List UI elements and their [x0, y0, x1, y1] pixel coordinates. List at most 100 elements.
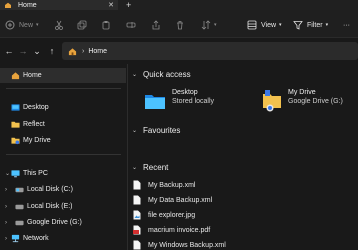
sidebar-divider	[6, 88, 121, 89]
delete-button[interactable]	[175, 19, 185, 31]
breadcrumb-home[interactable]: Home	[88, 48, 107, 55]
sidebar-item-this-pc[interactable]: ⌄ This PC	[0, 166, 126, 181]
disk-icon	[15, 204, 24, 210]
section-title: Recent	[143, 163, 169, 172]
desktop-icon	[11, 104, 20, 111]
section-title: Quick access	[143, 70, 191, 79]
view-label: View	[261, 21, 277, 29]
filter-button[interactable]: Filter ▾	[293, 19, 328, 31]
recent-item[interactable]: My Backup.xml	[128, 178, 358, 192]
chevron-right-icon[interactable]: ›	[5, 236, 7, 242]
recent-item[interactable]: My Windows Backup.xml	[128, 238, 358, 250]
recent-item-name: My Data Backup.xml	[148, 196, 213, 204]
scissors-icon	[55, 20, 63, 30]
file-icon	[133, 240, 141, 250]
sidebar-item-reflect[interactable]: Reflect	[0, 117, 126, 132]
sidebar-item-local-disk-c[interactable]: › Local Disk (C:)	[0, 182, 126, 197]
new-tab-button[interactable]: +	[126, 0, 131, 10]
sidebar-item-label: Desktop	[23, 104, 49, 111]
close-tab-icon[interactable]: ✕	[108, 1, 114, 9]
clipboard-icon	[102, 21, 110, 30]
address-row: ← → ⌄ ↑ › Home	[0, 38, 358, 64]
home-icon	[11, 72, 20, 80]
chevron-down-icon: ▾	[325, 22, 329, 28]
new-button[interactable]: New ▾	[5, 19, 39, 31]
section-favourites[interactable]: ⌄ Favourites	[128, 126, 180, 135]
section-title: Favourites	[143, 126, 181, 135]
cut-button[interactable]	[54, 19, 64, 31]
sidebar-item-label: This PC	[23, 170, 48, 177]
recent-locations-button[interactable]: ⌄	[32, 46, 42, 56]
copy-icon	[77, 20, 87, 30]
chevron-right-icon[interactable]: ›	[5, 220, 7, 226]
recent-item[interactable]: My Data Backup.xml	[128, 193, 358, 207]
paste-button[interactable]	[101, 19, 111, 31]
sidebar-item-google-drive[interactable]: › Google Drive (G:)	[0, 215, 126, 230]
view-button[interactable]: View ▾	[247, 19, 282, 31]
sidebar-item-my-drive[interactable]: My Drive	[0, 133, 126, 148]
drive-folder-icon	[263, 90, 281, 112]
sidebar-item-home[interactable]: Home	[0, 68, 126, 83]
sidebar-divider	[6, 154, 121, 155]
back-button[interactable]: ←	[4, 46, 14, 56]
breadcrumb-separator: ›	[82, 47, 85, 55]
more-options-button[interactable]: ···	[343, 19, 350, 31]
sidebar-item-network[interactable]: › Network	[0, 231, 126, 246]
desktop-folder-icon	[145, 95, 165, 109]
plus-circle-icon	[5, 20, 15, 30]
file-icon	[133, 195, 141, 205]
share-button[interactable]	[151, 19, 161, 31]
disk-icon	[15, 187, 24, 193]
section-recent[interactable]: ⌄ Recent	[128, 163, 168, 172]
chevron-down-icon[interactable]: ⌄	[5, 170, 10, 177]
chevron-down-icon: ▾	[36, 22, 39, 28]
sidebar-item-label: My Drive	[23, 137, 51, 144]
recent-item-name: My Windows Backup.xml	[148, 241, 226, 249]
sidebar-item-label: Local Disk (C:)	[27, 186, 73, 193]
drive-icon	[11, 137, 20, 145]
filter-icon	[293, 21, 303, 30]
quick-access-location: Stored locally	[172, 98, 215, 105]
tab-title: Home	[18, 1, 37, 9]
pdf-icon	[133, 225, 141, 235]
address-bar[interactable]: › Home	[62, 42, 358, 60]
chevron-down-icon: ⌄	[132, 72, 138, 78]
sidebar-item-local-disk-e[interactable]: › Local Disk (E:)	[0, 199, 126, 214]
sort-icon	[201, 20, 211, 30]
filter-label: Filter	[307, 21, 323, 29]
section-quick-access[interactable]: ⌄ Quick access	[128, 70, 191, 79]
navigation-pane: Home Desktop Reflect My Drive ⌄ This PC …	[0, 64, 126, 250]
sidebar-item-label: Local Disk (E:)	[27, 203, 73, 210]
recent-item[interactable]: file explorer.jpg	[128, 208, 358, 222]
rename-button[interactable]	[126, 19, 136, 31]
trash-icon	[177, 21, 183, 30]
disk-icon	[15, 220, 24, 226]
sidebar-item-desktop[interactable]: Desktop	[0, 100, 126, 115]
tab-home[interactable]: Home ✕	[0, 0, 118, 10]
more-icon: ···	[343, 21, 350, 29]
title-bar: Home ✕ +	[0, 0, 358, 10]
sidebar-item-label: Google Drive (G:)	[27, 219, 82, 226]
file-icon	[133, 180, 141, 190]
copy-button[interactable]	[77, 19, 87, 31]
home-icon	[68, 47, 77, 55]
pc-icon	[11, 170, 20, 178]
recent-item-name: macrium invoice.pdf	[148, 226, 211, 234]
forward-button[interactable]: →	[18, 46, 28, 56]
home-icon	[5, 2, 11, 8]
sidebar-item-label: Reflect	[23, 121, 45, 128]
chevron-down-icon: ▾	[214, 22, 217, 28]
chevron-down-icon: ⌄	[132, 128, 138, 134]
chevron-right-icon[interactable]: ›	[5, 204, 7, 210]
sidebar-item-label: Home	[23, 72, 42, 79]
sort-button[interactable]: ▾	[201, 19, 217, 31]
view-icon	[247, 20, 257, 30]
quick-access-desktop[interactable]: Desktop Stored locally	[144, 88, 254, 118]
sidebar-item-label: Network	[23, 235, 49, 242]
quick-access-my-drive[interactable]: My Drive Google Drive (G:)	[262, 88, 358, 118]
network-icon	[11, 234, 20, 243]
chevron-right-icon[interactable]: ›	[5, 187, 7, 193]
up-button[interactable]: ↑	[47, 46, 57, 56]
image-icon	[133, 210, 141, 220]
recent-item[interactable]: macrium invoice.pdf	[128, 223, 358, 237]
